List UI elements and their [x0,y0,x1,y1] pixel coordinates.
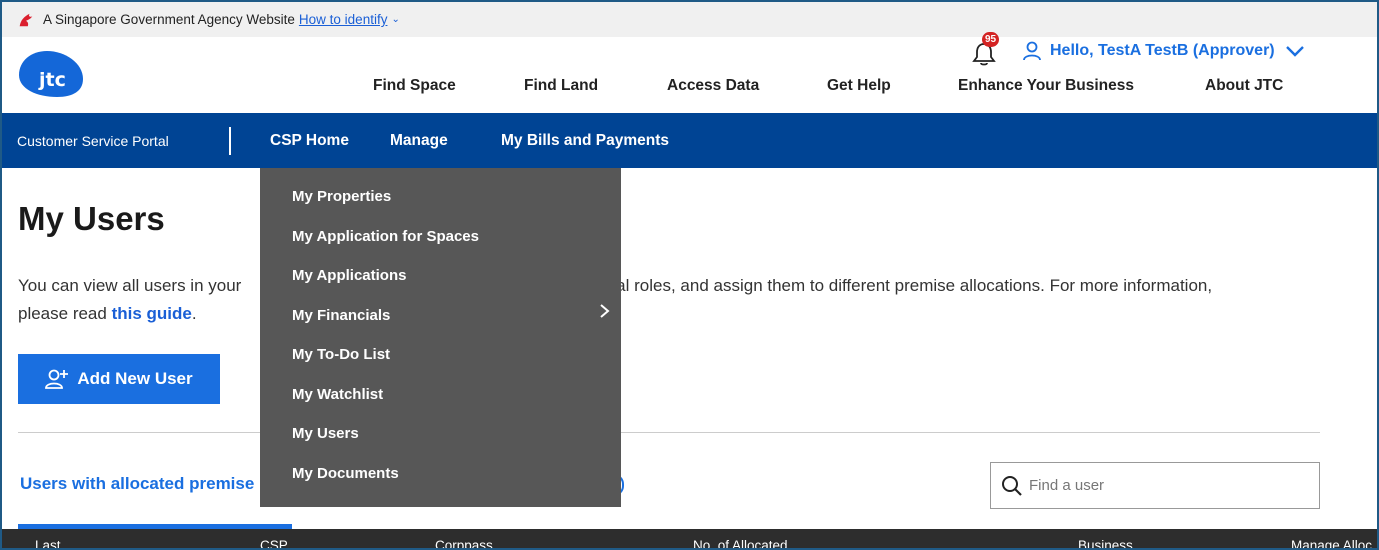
user-search-box[interactable] [990,462,1320,509]
add-user-icon [45,369,69,389]
intro-part-1: You can view all users in your [18,276,242,295]
col-corppass[interactable]: Corppass [435,538,493,548]
menu-item-my-users[interactable]: My Users [292,425,359,442]
menu-item-my-properties[interactable]: My Properties [292,188,391,205]
nav-get-help[interactable]: Get Help [827,77,891,95]
intro-part-3: please read [18,304,107,323]
section-divider [18,432,1320,433]
portal-nav-csp-home[interactable]: CSP Home [270,132,349,150]
col-allocated[interactable]: No. of Allocated [693,538,788,548]
menu-item-my-documents[interactable]: My Documents [292,465,399,482]
intro-end: . [191,304,197,323]
add-new-user-button[interactable]: Add New User [18,354,220,404]
logo-text: jtc [38,69,66,91]
how-to-identify-link[interactable]: How to identify [299,12,388,27]
users-table-header: Last CSP Corppass No. of Allocated Busin… [2,529,1377,548]
nav-enhance-your-business[interactable]: Enhance Your Business [958,77,1134,95]
portal-nav-bills-payments[interactable]: My Bills and Payments [501,132,669,150]
this-guide-link[interactable]: this guide [112,304,192,323]
user-icon [1023,41,1041,61]
chevron-down-icon[interactable]: ⌄ [391,14,399,25]
tab-users-with-allocated-premises[interactable]: Users with allocated premise [20,474,254,494]
gov-banner-text: A Singapore Government Agency Website [43,12,295,27]
chevron-right-icon[interactable] [597,303,611,319]
menu-item-my-financials[interactable]: My Financials [292,307,390,324]
intro-text: You can view all users in your ortal role… [18,272,1308,328]
col-business[interactable]: Business [1078,538,1133,548]
add-new-user-label: Add New User [77,369,193,388]
search-input[interactable] [1029,477,1309,494]
nav-find-space[interactable]: Find Space [373,77,456,95]
portal-divider [229,127,231,155]
user-account-menu[interactable]: Hello, TestA TestB (Approver) [1022,41,1313,61]
page-title: My Users [18,200,165,237]
gov-banner: A Singapore Government Agency Website Ho… [2,2,1377,37]
col-manage-alloc[interactable]: Manage Alloc [1291,538,1372,548]
portal-navigation-bar: Customer Service Portal CSP Home Manage … [2,113,1377,168]
user-greeting: Hello, TestA TestB (Approver) [1050,42,1275,59]
menu-item-my-to-do-list[interactable]: My To-Do List [292,346,390,363]
portal-title[interactable]: Customer Service Portal [17,133,169,149]
csp-home-dropdown-menu: My Properties My Application for Spaces … [260,168,621,507]
menu-item-my-application-for-spaces[interactable]: My Application for Spaces [292,228,479,245]
portal-nav-manage[interactable]: Manage [390,132,448,150]
menu-item-my-watchlist[interactable]: My Watchlist [292,386,383,403]
browser-frame: A Singapore Government Agency Website Ho… [0,0,1379,550]
nav-access-data[interactable]: Access Data [667,77,759,95]
nav-about-jtc[interactable]: About JTC [1205,77,1283,95]
singapore-lion-icon [19,13,33,26]
notification-badge: 95 [982,32,1000,47]
site-header: jtc 95 Hello, TestA TestB (Approver) Fin… [2,32,1377,112]
nav-find-land[interactable]: Find Land [524,77,598,95]
search-icon [1002,475,1022,496]
col-csp[interactable]: CSP [260,538,288,548]
chevron-down-icon [1285,46,1304,57]
col-last[interactable]: Last [35,538,61,548]
intro-part-2: ortal roles, and assign them to differen… [596,276,1213,295]
jtc-logo[interactable]: jtc [17,49,85,99]
menu-item-my-applications[interactable]: My Applications [292,267,406,284]
